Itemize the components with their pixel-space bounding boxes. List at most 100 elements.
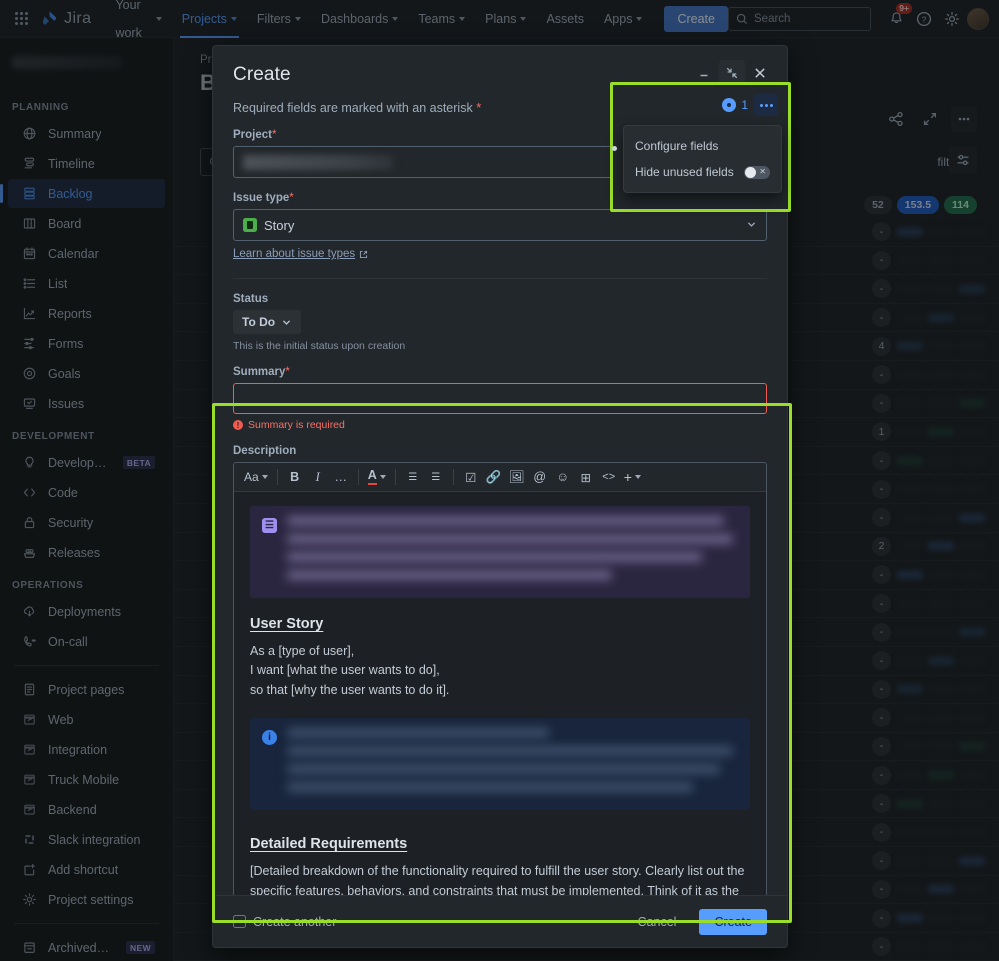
toolbar-glyph: 🔗 [485,469,502,484]
image-icon[interactable]: 🖼 [506,466,528,488]
more-actions-button[interactable] [754,94,778,116]
user-story-heading: User Story [250,616,324,632]
watch-control[interactable]: 1 [722,98,748,112]
link-icon[interactable]: 🔗 [483,466,505,488]
toolbar-glyph: <> [602,471,616,483]
toolbar-separator [452,469,454,485]
rich-text-editor: Aa B I … A ☰ ☰ ☑ 🔗 🖼 @ ☺ ⊞ <> + ☰ User Story [233,462,767,895]
external-link-icon [360,250,368,258]
story-type-icon [243,218,257,232]
code-icon[interactable]: <> [598,466,620,488]
issue-type-value: Story [264,217,295,233]
checkbox-box [233,915,246,928]
table-icon[interactable]: ⊞ [575,466,597,488]
watch-count: 1 [741,98,748,112]
cancel-button[interactable]: Cancel [627,909,688,935]
asterisk-marker: * [476,100,482,115]
summary-input[interactable] [233,383,767,414]
info-icon: i [262,730,277,746]
toolbar-glyph: + [623,469,632,485]
toolbar-glyph: Aa [244,470,259,484]
project-value-blurred [243,154,393,170]
toolbar-glyph: B [290,470,300,484]
menu-item-label: Configure fields [635,139,719,153]
toolbar-glyph: @ [533,470,547,484]
create-submit-button[interactable]: Create [699,908,767,935]
detailed-requirements-body: [Detailed breakdown of the functionality… [250,864,745,895]
description-label: Description [233,445,297,457]
note-icon: ☰ [262,518,277,533]
status-select[interactable]: To Do [233,310,302,334]
user-story-lines: As a [type of user], I want [what the use… [250,642,750,700]
bullet-list-icon[interactable]: ☰ [402,466,424,488]
required-fields-text: Required fields are marked with an aster… [233,101,473,115]
editor-content[interactable]: ☰ User Story As a [type of user], I want … [234,492,766,895]
bold-icon[interactable]: B [284,466,306,488]
toolbar-glyph: I [315,469,320,484]
note-panel: ☰ [250,506,750,598]
note-panel-blurred-text [287,516,738,588]
text-color-icon[interactable]: A [365,466,389,488]
chevron-down-icon [261,475,268,479]
issue-type-select[interactable]: Story [233,209,767,241]
summary-error: ! Summary is required [233,419,767,431]
numbered-list-icon[interactable]: ☰ [425,466,447,488]
mention-icon[interactable]: @ [529,466,551,488]
hide-unused-fields-toggle[interactable]: ✕ [744,165,770,179]
toggle-off-mark: ✕ [759,167,766,176]
text-style-icon[interactable]: Aa [241,466,271,488]
editor-toolbar: Aa B I … A ☰ ☰ ☑ 🔗 🖼 @ ☺ ⊞ <> + [234,463,766,492]
configure-fields-popup: 1 Configure fields Hide unused fields ✕ [613,85,788,209]
error-icon: ! [233,420,243,430]
learn-about-issue-types-link[interactable]: Learn about issue types [233,248,368,260]
modal-footer: Create another Cancel Create [213,895,787,947]
toolbar-separator [276,469,278,485]
summary-field: Summary* ! Summary is required [213,352,787,431]
toggle-knob [745,166,756,178]
more-formatting-icon[interactable]: … [330,466,352,488]
toolbar-glyph: ☰ [431,471,441,483]
toolbar-glyph: ⊞ [580,470,591,485]
toolbar-glyph: … [334,470,347,484]
jira-backlog-create-screen: Jira Your work Projects Filters Dashboards T… [0,0,999,961]
chevron-down-icon [634,475,641,479]
menu-item-label: Hide unused fields [635,165,734,179]
status-label: Status [233,293,269,305]
summary-error-text: Summary is required [248,419,345,431]
chevron-down-icon [746,218,757,233]
chevron-down-icon [379,475,386,479]
status-value: To Do [242,315,276,329]
user-story-line: so that [why the user wants to do it]. [250,682,450,697]
status-hint: This is the initial status upon creation [233,340,406,352]
popup-anchor-dot [612,146,617,151]
modal-header: Create [213,46,787,86]
user-story-line: As a [type of user], [250,644,355,658]
italic-icon[interactable]: I [307,466,329,488]
toolbar-glyph: ☰ [408,471,418,483]
create-another-label: Create another [253,914,337,929]
modal-body: Project* Issue type* Story Learn about i… [213,115,787,895]
toolbar-glyph: A [367,469,377,485]
info-panel-blurred-text [287,728,738,800]
watch-eye-icon [722,98,737,112]
summary-label: Summary* [233,366,290,378]
configure-fields-menu: Configure fields Hide unused fields ✕ [623,125,782,193]
toolbar-glyph: ☑ [465,470,477,485]
user-story-line: I want [what the user wants to do], [250,663,440,678]
task-checkbox-icon[interactable]: ☑ [460,466,482,488]
create-another-checkbox[interactable]: Create another [233,915,336,929]
toolbar-glyph: 🖼 [508,469,525,484]
popup-topbar: 1 [613,85,788,116]
detailed-requirements-heading: Detailed Requirements [250,836,408,853]
menu-item-hide-unused-fields[interactable]: Hide unused fields ✕ [624,159,781,185]
toolbar-separator [394,469,396,485]
toolbar-separator [357,469,359,485]
insert-more-icon[interactable]: + [621,466,644,488]
description-field: Description Aa B I … A ☰ ☰ ☑ 🔗 🖼 @ ☺ ⊞ <> + ☰ [213,431,787,895]
emoji-icon[interactable]: ☺ [552,466,574,488]
info-panel: i [250,718,750,811]
toolbar-glyph: ☺ [556,470,570,484]
chevron-down-icon [283,320,291,325]
menu-item-configure-fields[interactable]: Configure fields [624,133,781,159]
status-field: Status To Do This is the initial status … [213,279,787,352]
